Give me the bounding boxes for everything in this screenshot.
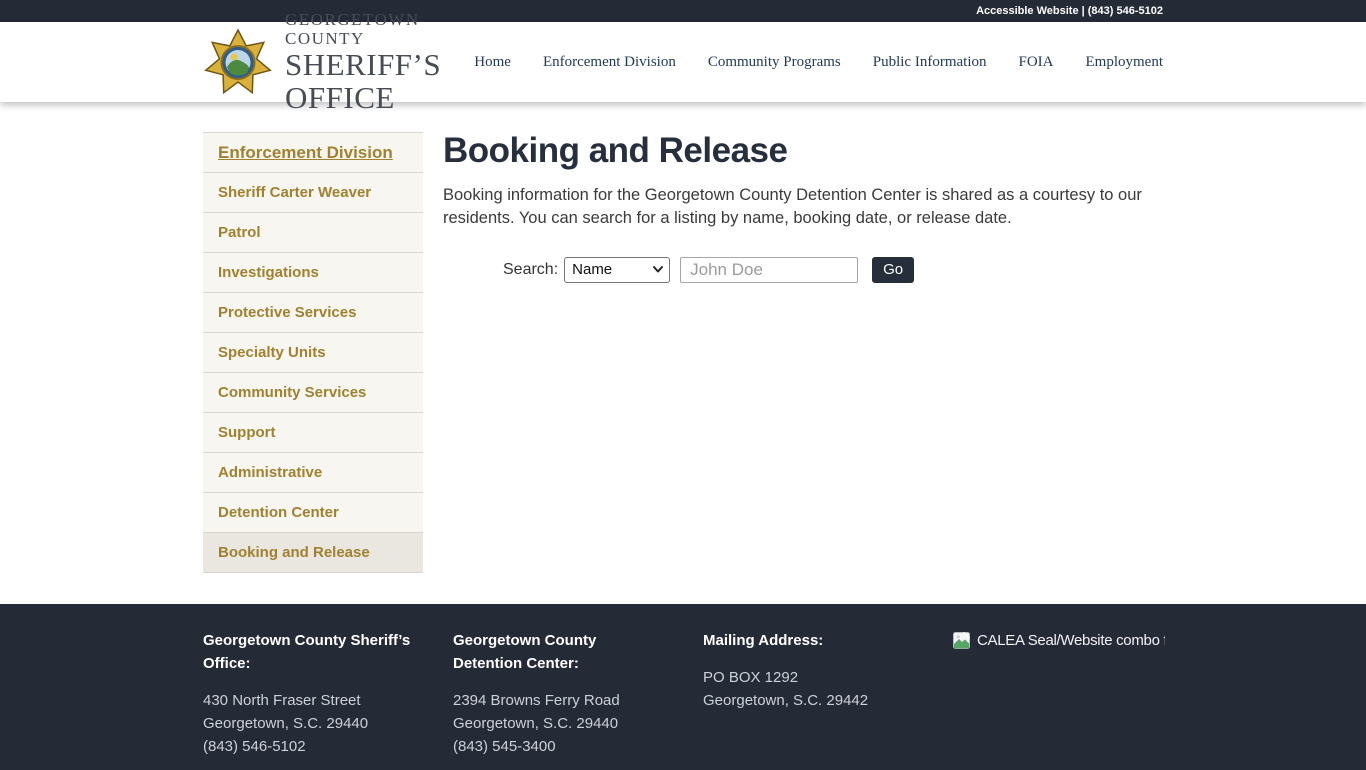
sidebar-item-support[interactable]: Support (203, 413, 423, 453)
sidebar-item-sheriff-carter-weaver[interactable]: Sheriff Carter Weaver (203, 173, 423, 213)
sidebar-item-administrative[interactable]: Administrative (203, 453, 423, 493)
site-logo[interactable]: GEORGETOWN COUNTY SHERIFF’S OFFICE (203, 10, 442, 114)
page-title: Booking and Release (443, 132, 1163, 171)
main-nav: Home Enforcement Division Community Prog… (442, 54, 1163, 71)
footer-heading-mailing-address: Mailing Address: (703, 629, 928, 652)
sidebar-item-patrol[interactable]: Patrol (203, 213, 423, 253)
intro-paragraph: Booking information for the Georgetown C… (443, 184, 1143, 230)
footer-address-line: Georgetown, S.C. 29442 (703, 689, 928, 712)
sidebar-item-investigations[interactable]: Investigations (203, 253, 423, 293)
footer-col-calea: CALEA Seal/Website combo for (953, 629, 1203, 758)
search-input[interactable] (680, 257, 858, 283)
logo-text: GEORGETOWN COUNTY SHERIFF’S OFFICE (285, 10, 442, 114)
footer-col-mailing-address: Mailing Address: PO BOX 1292 Georgetown,… (703, 629, 953, 758)
search-type-select-wrap: Name (564, 257, 670, 283)
footer-phone-line: (843) 546-5102 (203, 735, 428, 758)
search-type-select[interactable]: Name (564, 257, 670, 283)
main-content: Booking and Release Booking information … (443, 132, 1163, 604)
footer-address-line: 2394 Browns Ferry Road (453, 689, 678, 712)
sidebar-item-booking-and-release[interactable]: Booking and Release (203, 533, 423, 573)
nav-item-enforcement-division[interactable]: Enforcement Division (543, 54, 676, 71)
nav-item-public-information[interactable]: Public Information (873, 54, 987, 71)
footer-col-sheriffs-office: Georgetown County Sheriff’s Office: 430 … (203, 629, 453, 758)
broken-image-icon (953, 632, 970, 649)
sidebar-item-protective-services[interactable]: Protective Services (203, 293, 423, 333)
footer-address-line: 430 North Fraser Street (203, 689, 428, 712)
logo-line1: GEORGETOWN COUNTY (285, 10, 442, 49)
footer-address-line: Georgetown, S.C. 29440 (203, 712, 428, 735)
site-header: GEORGETOWN COUNTY SHERIFF’S OFFICE Home … (0, 22, 1366, 102)
sidebar-header-enforcement-division[interactable]: Enforcement Division (203, 133, 423, 173)
logo-line2: SHERIFF’S OFFICE (285, 49, 442, 114)
footer-address-line: PO BOX 1292 (703, 666, 928, 689)
site-footer: Georgetown County Sheriff’s Office: 430 … (0, 604, 1366, 770)
go-button[interactable]: Go (872, 257, 914, 283)
calea-image-alt-text: CALEA Seal/Website combo for (977, 632, 1165, 649)
footer-heading-detention-center: Georgetown County Detention Center: (453, 629, 603, 675)
sheriff-badge-icon (203, 27, 273, 97)
footer-address-line: Georgetown, S.C. 29440 (453, 712, 678, 735)
sidebar: Enforcement Division Sheriff Carter Weav… (203, 132, 423, 604)
search-label: Search: (503, 261, 558, 279)
nav-item-community-programs[interactable]: Community Programs (708, 54, 841, 71)
booking-search-form: Search: Name Go (503, 257, 1163, 283)
nav-item-home[interactable]: Home (474, 54, 511, 71)
footer-heading-sheriffs-office: Georgetown County Sheriff’s Office: (203, 629, 415, 675)
sidebar-item-community-services[interactable]: Community Services (203, 373, 423, 413)
sidebar-item-specialty-units[interactable]: Specialty Units (203, 333, 423, 373)
footer-phone-line: (843) 545-3400 (453, 735, 678, 758)
nav-item-foia[interactable]: FOIA (1018, 54, 1053, 71)
nav-item-employment[interactable]: Employment (1086, 54, 1164, 71)
footer-col-detention-center: Georgetown County Detention Center: 2394… (453, 629, 703, 758)
sidebar-item-detention-center[interactable]: Detention Center (203, 493, 423, 533)
